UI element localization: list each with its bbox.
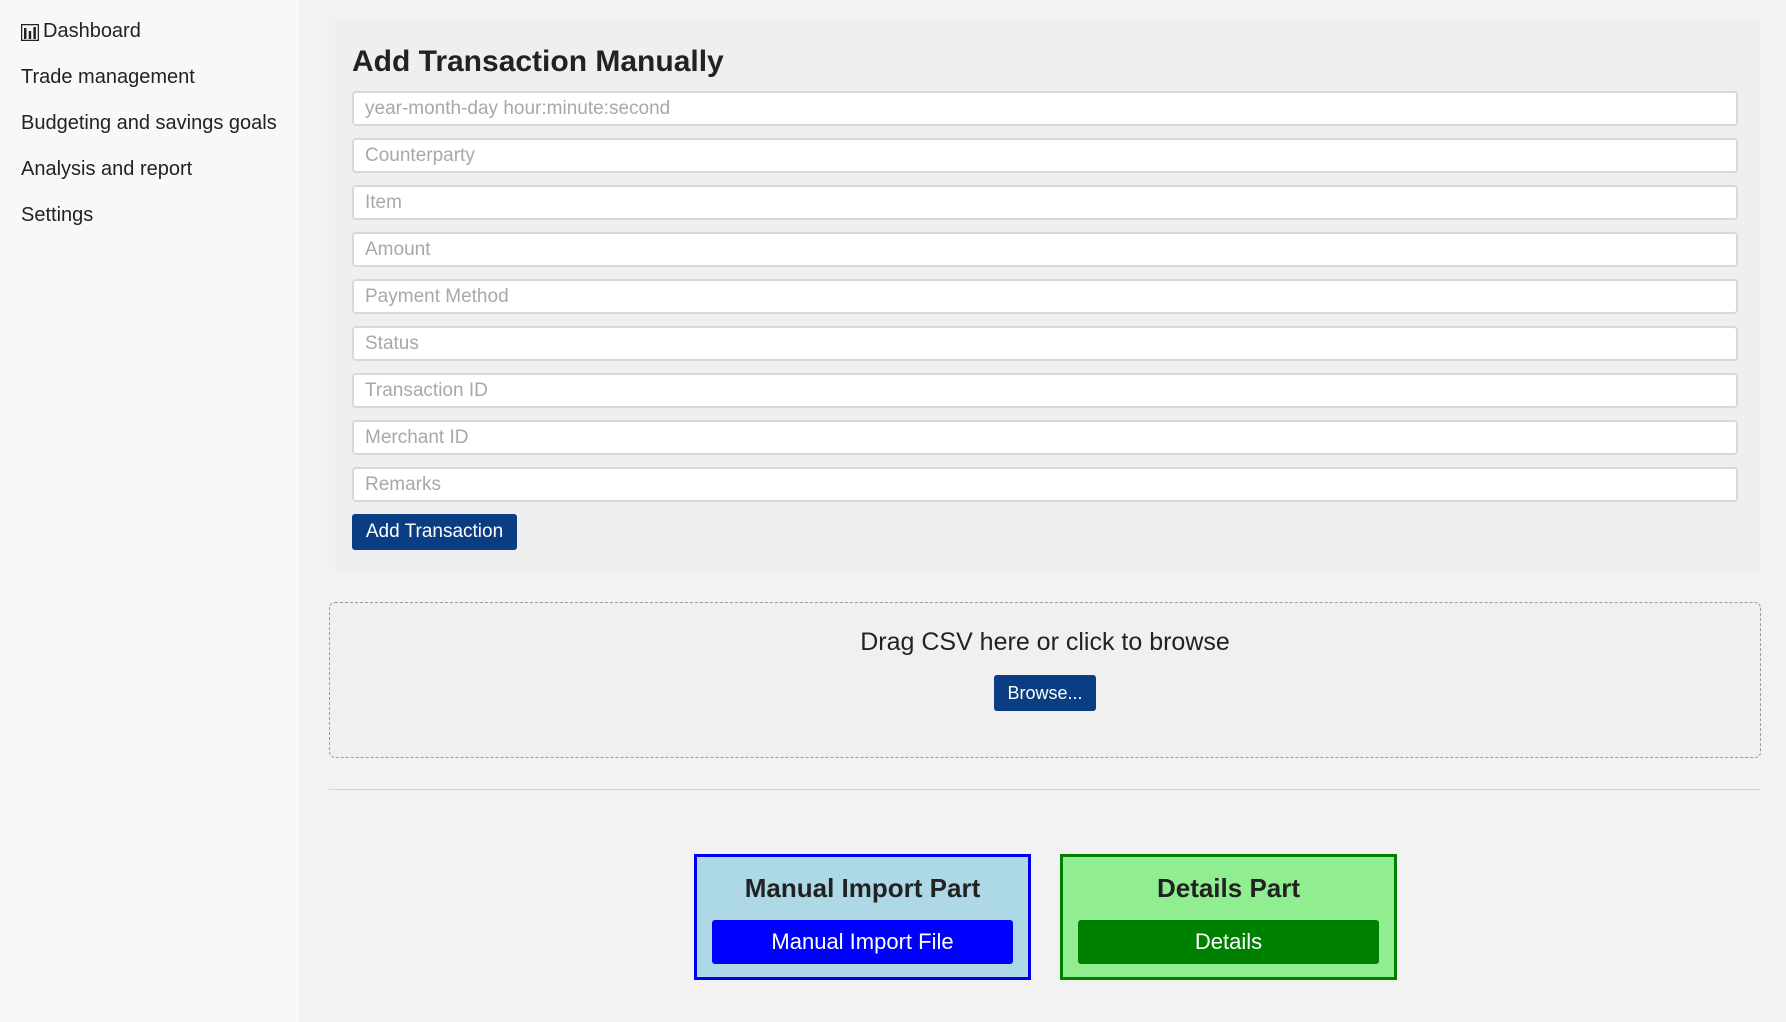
add-transaction-button[interactable]: Add Transaction: [352, 514, 517, 550]
status-input[interactable]: [352, 326, 1738, 361]
app-root: Dashboard Trade management Budgeting and…: [0, 0, 1786, 1022]
sidebar-item-label: Trade management: [21, 66, 195, 88]
sidebar-item-dashboard[interactable]: Dashboard: [20, 19, 141, 43]
bar-chart-icon: [20, 23, 40, 41]
sidebar-item-label: Analysis and report: [21, 158, 193, 180]
datetime-input[interactable]: [352, 91, 1738, 126]
manual-import-card-title: Manual Import Part: [744, 873, 981, 903]
sidebar: Dashboard Trade management Budgeting and…: [0, 0, 299, 1022]
transaction-id-input[interactable]: [352, 373, 1738, 408]
sidebar-item-trade-management[interactable]: Trade management: [21, 65, 195, 89]
item-input[interactable]: [352, 185, 1738, 220]
sidebar-item-label: Budgeting and savings goals: [21, 112, 277, 134]
dropzone-text: Drag CSV here or click to browse: [860, 628, 1230, 656]
manual-transaction-panel: Add Transaction Manually Add Transaction: [329, 20, 1761, 571]
panel-title: Add Transaction Manually: [352, 45, 724, 78]
sidebar-item-label: Settings: [21, 204, 94, 226]
details-button[interactable]: Details: [1078, 920, 1379, 964]
csv-dropzone[interactable]: Drag CSV here or click to browse Browse.…: [329, 602, 1761, 758]
sidebar-item-label: Dashboard: [43, 20, 141, 42]
sidebar-item-budgeting[interactable]: Budgeting and savings goals: [21, 111, 277, 135]
sidebar-item-analysis[interactable]: Analysis and report: [21, 157, 192, 181]
browse-button[interactable]: Browse...: [994, 675, 1096, 711]
counterparty-input[interactable]: [352, 138, 1738, 173]
payment-method-input[interactable]: [352, 279, 1738, 314]
manual-import-card: Manual Import Part Manual Import File: [694, 854, 1031, 980]
divider: [329, 789, 1761, 790]
amount-input[interactable]: [352, 232, 1738, 267]
remarks-input[interactable]: [352, 467, 1738, 502]
merchant-id-input[interactable]: [352, 420, 1738, 455]
details-card-title: Details Part: [1156, 873, 1301, 903]
details-card: Details Part Details: [1060, 854, 1397, 980]
manual-import-file-button[interactable]: Manual Import File: [712, 920, 1013, 964]
sidebar-item-settings[interactable]: Settings: [21, 203, 93, 227]
